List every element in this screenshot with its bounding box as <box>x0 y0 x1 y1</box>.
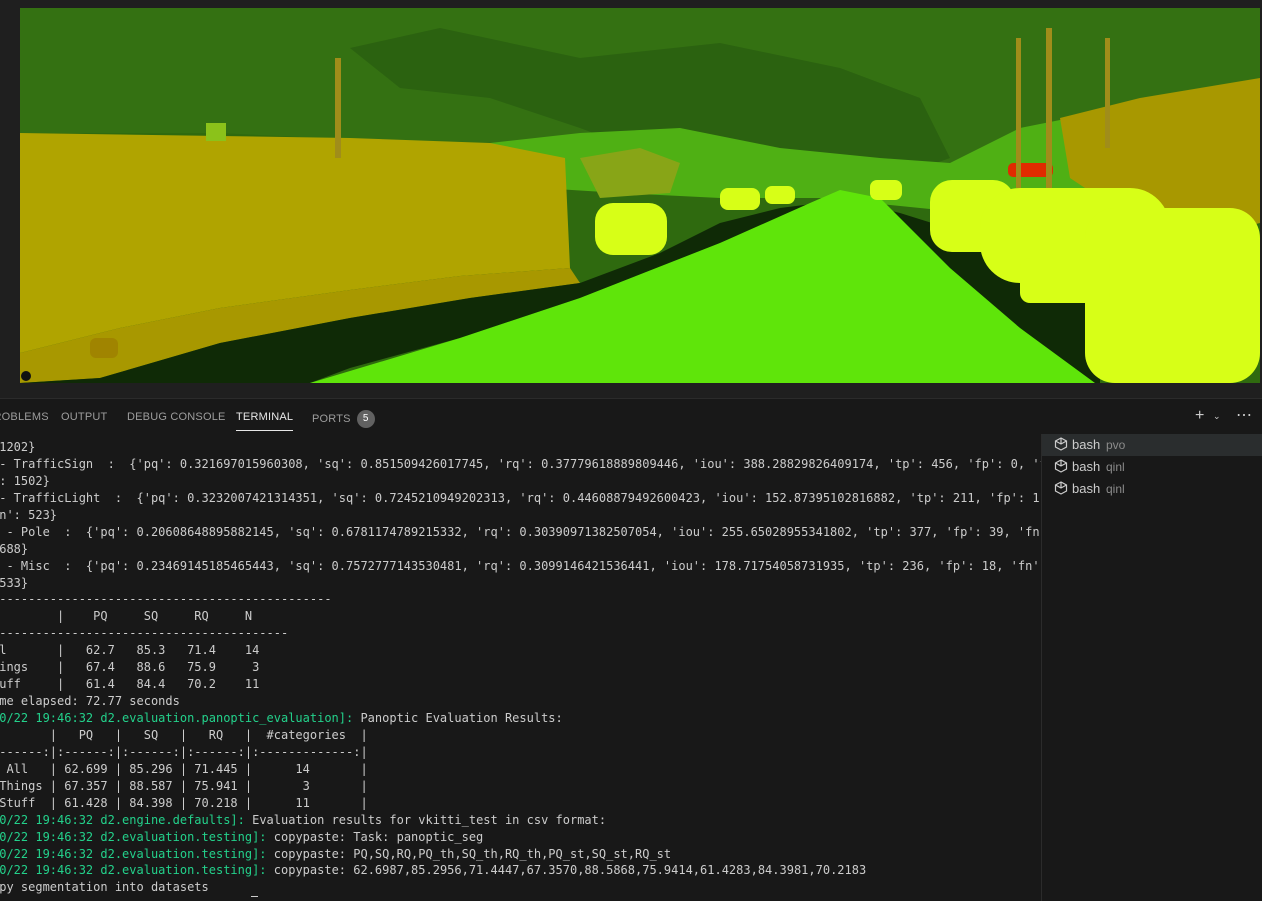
log-text: : 1502} <box>0 473 50 488</box>
terminal-line: ll | 62.7 85.3 71.4 14 <box>0 642 1041 659</box>
log-text: copypaste: Task: panoptic_seg <box>266 829 484 844</box>
log-text: All | 62.699 | 85.296 | 71.445 | 14 | <box>0 761 368 776</box>
tab-output[interactable]: OUTPUT <box>61 411 107 423</box>
terminal-line: ----------------------------------------… <box>0 591 1041 608</box>
terminal-line: opy segmentation into datasets <box>0 879 1041 896</box>
image-preview <box>0 0 1262 398</box>
terminal-list: bash pvo bash qinl bash qinl <box>1041 434 1262 901</box>
terminal-item-name: bash <box>1072 437 1101 452</box>
log-text: | PQ SQ RQ N <box>0 609 253 624</box>
terminal-line: 533} <box>0 575 1041 592</box>
log-text: ime elapsed: 72.77 seconds <box>0 694 180 709</box>
terminal-line: ----------------------------------------… <box>0 625 1041 642</box>
segmentation-image <box>20 8 1260 383</box>
log-text: | PQ | SQ | RQ | #categories | <box>0 727 368 742</box>
log-text: - TrafficSign : {'pq': 0.321697015960308… <box>0 456 1041 471</box>
terminal-line: : 1502} <box>0 473 1041 490</box>
log-text: ----------------------------------------… <box>0 626 289 641</box>
terminal-line: ime elapsed: 72.77 seconds <box>0 693 1041 710</box>
log-text: - Misc : {'pq': 0.23469145185465443, 'sq… <box>0 558 1041 573</box>
log-text: 1202} <box>0 440 36 454</box>
terminal-line: - Pole : {'pq': 0.20608648895882145, 'sq… <box>0 524 1041 541</box>
log-text: 688} <box>0 541 29 556</box>
terminal-item-name: bash <box>1072 459 1101 474</box>
terminal-item-desc: qinl <box>1106 460 1125 474</box>
terminal-cube-icon <box>1054 459 1068 476</box>
log-text: hings | 67.4 88.6 75.9 3 <box>0 660 260 675</box>
terminal-line: 10/22 19:46:32 d2.evaluation.testing]: c… <box>0 862 1041 879</box>
add-terminal-icon[interactable]: + <box>1195 407 1204 425</box>
terminal-line: - TrafficSign : {'pq': 0.321697015960308… <box>0 456 1041 473</box>
panel-tab-bar: PROBLEMS OUTPUT DEBUG CONSOLE TERMINAL P… <box>0 398 1262 435</box>
terminal-line: hings | 67.4 88.6 75.9 3 <box>0 659 1041 676</box>
terminal-output[interactable]: 1202} - TrafficSign : {'pq': 0.321697015… <box>0 434 1041 901</box>
log-text: ll | 62.7 85.3 71.4 14 <box>0 643 260 658</box>
terminal-lines: 1202} - TrafficSign : {'pq': 0.321697015… <box>0 439 1041 896</box>
terminal-line: All | 62.699 | 85.296 | 71.445 | 14 | <box>0 761 1041 778</box>
terminal-line: 10/22 19:46:32 d2.evaluation.testing]: c… <box>0 846 1041 863</box>
terminal-line: - TrafficLight : {'pq': 0.32320074213143… <box>0 490 1041 507</box>
terminal-line: Stuff | 61.428 | 84.398 | 70.218 | 11 | <box>0 795 1041 812</box>
terminal-line: | PQ | SQ | RQ | #categories | <box>0 727 1041 744</box>
log-text: fn': 523} <box>0 507 58 522</box>
chevron-down-icon[interactable]: ⌄ <box>1213 411 1221 422</box>
terminal-item-2[interactable]: bash qinl <box>1042 456 1262 478</box>
log-text: opy segmentation into datasets <box>0 880 209 895</box>
terminal-line: tuff | 61.4 84.4 70.2 11 <box>0 676 1041 693</box>
log-text: copypaste: PQ,SQ,RQ,PQ_th,SQ_th,RQ_th,PQ… <box>266 846 672 861</box>
log-text: - TrafficLight : {'pq': 0.32320074213143… <box>0 490 1041 505</box>
log-text: Evaluation results for vkitti_test in cs… <box>244 812 607 827</box>
more-actions-icon[interactable]: ⋯ <box>1236 405 1252 425</box>
terminal-line: 688} <box>0 541 1041 558</box>
tab-terminal[interactable]: TERMINAL <box>236 411 294 431</box>
terminal-cube-icon <box>1054 481 1068 498</box>
log-text: tuff | 61.4 84.4 70.2 11 <box>0 677 260 692</box>
terminal-item-desc: pvo <box>1106 438 1126 452</box>
log-text: 533} <box>0 575 29 590</box>
log-prefix: 10/22 19:46:32 d2.engine.defaults]: <box>0 812 245 827</box>
log-text: ----------------------------------------… <box>0 592 332 607</box>
log-prefix: 10/22 19:46:32 d2.evaluation.testing]: <box>0 846 267 861</box>
log-text: - Pole : {'pq': 0.20608648895882145, 'sq… <box>0 524 1041 539</box>
tab-debug-console[interactable]: DEBUG CONSOLE <box>127 411 226 423</box>
terminal-line: 10/22 19:46:32 d2.engine.defaults]: Eval… <box>0 812 1041 829</box>
terminal-line: 10/22 19:46:32 d2.evaluation.panoptic_ev… <box>0 710 1041 727</box>
terminal-line: | PQ SQ RQ N <box>0 608 1041 625</box>
log-text: -------:|:------:|:------:|:------:|:---… <box>0 744 368 759</box>
terminal-item-1[interactable]: bash pvo <box>1042 434 1262 456</box>
log-text: copypaste: 62.6987,85.2956,71.4447,67.35… <box>266 863 867 878</box>
terminal-cube-icon <box>1054 437 1068 454</box>
log-prefix: 10/22 19:46:32 d2.evaluation.testing]: <box>0 829 267 844</box>
terminal-line: -------:|:------:|:------:|:------:|:---… <box>0 744 1041 761</box>
terminal-line: 1202} <box>0 439 1041 456</box>
log-prefix: 10/22 19:46:32 d2.evaluation.panoptic_ev… <box>0 711 354 725</box>
terminal-item-name: bash <box>1072 481 1101 496</box>
log-text: Stuff | 61.428 | 84.398 | 70.218 | 11 | <box>0 795 368 810</box>
log-text: Things | 67.357 | 88.587 | 75.941 | 3 | <box>0 778 368 793</box>
terminal-line: Things | 67.357 | 88.587 | 75.941 | 3 | <box>0 778 1041 795</box>
terminal-item-3[interactable]: bash qinl <box>1042 478 1262 500</box>
terminal-line: fn': 523} <box>0 507 1041 524</box>
terminal-line: - Misc : {'pq': 0.23469145185465443, 'sq… <box>0 558 1041 575</box>
tab-problems[interactable]: PROBLEMS <box>0 411 49 423</box>
tab-ports-label: PORTS <box>312 413 351 425</box>
log-prefix: 10/22 19:46:32 d2.evaluation.testing]: <box>0 863 267 878</box>
terminal-line: 10/22 19:46:32 d2.evaluation.testing]: c… <box>0 829 1041 846</box>
ports-count-badge: 5 <box>356 410 375 428</box>
terminal-item-desc: qinl <box>1106 482 1125 496</box>
tab-ports[interactable]: PORTS 5 <box>312 410 375 429</box>
log-text: Panoptic Evaluation Results: <box>353 711 563 725</box>
terminal-cursor <box>251 896 258 897</box>
